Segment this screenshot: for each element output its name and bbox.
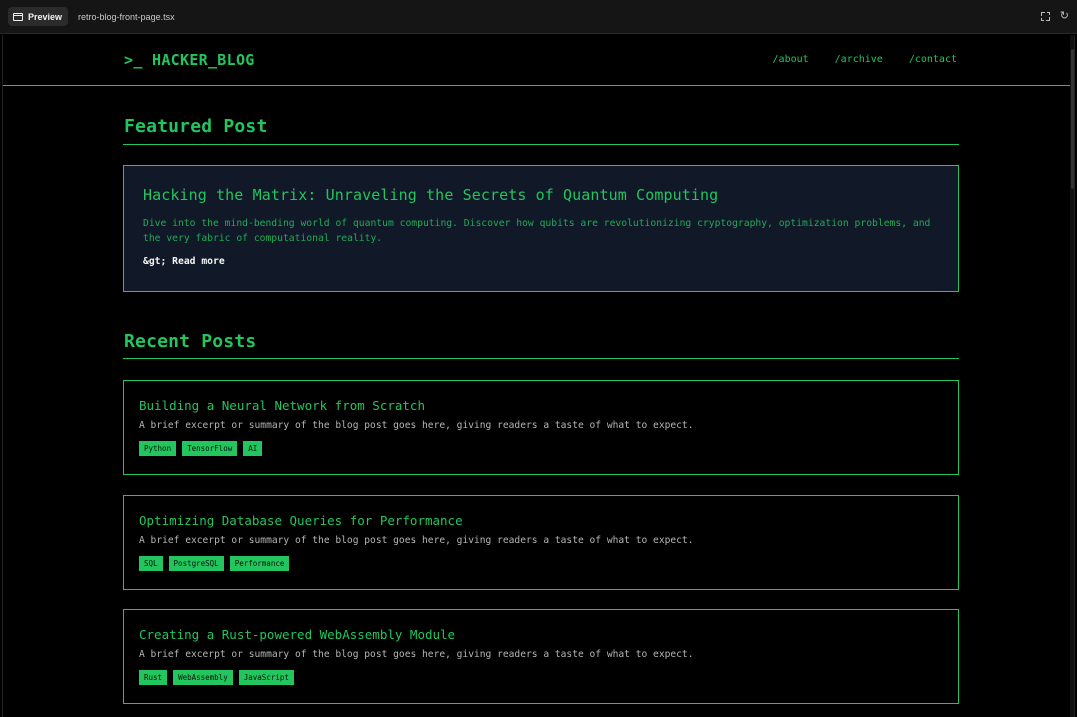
- preview-viewport: >_ HACKER_BLOG /about /archive /contact …: [2, 35, 1075, 717]
- post-title[interactable]: Creating a Rust-powered WebAssembly Modu…: [139, 627, 943, 642]
- tag-javascript[interactable]: JavaScript: [238, 670, 294, 685]
- featured-post-excerpt: Dive into the mind-bending world of quan…: [143, 218, 931, 244]
- preview-toolbar: Preview retro-blog-front-page.tsx ↻: [0, 0, 1077, 34]
- post-tags: SQL PostgreSQL Performance: [139, 556, 943, 571]
- site-header: >_ HACKER_BLOG /about /archive /contact: [3, 35, 1074, 86]
- recent-section-title: Recent Posts: [124, 331, 257, 352]
- main-nav: /about /archive /contact: [773, 54, 957, 65]
- post-card: Creating a Rust-powered WebAssembly Modu…: [123, 609, 959, 704]
- recent-divider: [123, 358, 959, 359]
- post-excerpt: A brief excerpt or summary of the blog p…: [139, 649, 694, 660]
- tag-ai[interactable]: AI: [243, 441, 263, 456]
- post-tags: Python TensorFlow AI: [139, 441, 943, 456]
- preview-tab[interactable]: Preview: [8, 7, 69, 26]
- featured-post-card: Hacking the Matrix: Unraveling the Secre…: [123, 165, 959, 292]
- nav-archive[interactable]: /archive: [835, 54, 883, 65]
- site-logo[interactable]: >_ HACKER_BLOG: [124, 51, 255, 69]
- post-title[interactable]: Optimizing Database Queries for Performa…: [139, 513, 943, 528]
- read-more-link[interactable]: &gt; Read more: [143, 256, 939, 267]
- tag-postgresql[interactable]: PostgreSQL: [168, 556, 224, 571]
- preview-tab-label: Preview: [28, 11, 63, 22]
- post-card: Optimizing Database Queries for Performa…: [123, 495, 959, 590]
- tag-sql[interactable]: SQL: [139, 556, 163, 571]
- scrollbar-thumb[interactable]: [1071, 49, 1074, 189]
- tag-rust[interactable]: Rust: [139, 670, 168, 685]
- post-title[interactable]: Building a Neural Network from Scratch: [139, 398, 943, 413]
- fullscreen-icon[interactable]: [1040, 12, 1050, 21]
- featured-post-title[interactable]: Hacking the Matrix: Unraveling the Secre…: [143, 186, 939, 204]
- tag-webassembly[interactable]: WebAssembly: [173, 670, 233, 685]
- post-excerpt: A brief excerpt or summary of the blog p…: [139, 535, 694, 546]
- page-scrollbar[interactable]: [1070, 35, 1074, 717]
- refresh-icon[interactable]: ↻: [1060, 11, 1069, 22]
- post-excerpt: A brief excerpt or summary of the blog p…: [139, 420, 694, 431]
- file-name: retro-blog-front-page.tsx: [78, 11, 175, 22]
- featured-divider: [123, 144, 959, 145]
- nav-about[interactable]: /about: [773, 54, 809, 65]
- nav-contact[interactable]: /contact: [909, 54, 957, 65]
- tag-tensorflow[interactable]: TensorFlow: [182, 441, 238, 456]
- featured-section-title: Featured Post: [124, 116, 268, 137]
- tag-performance[interactable]: Performance: [229, 556, 290, 571]
- post-tags: Rust WebAssembly JavaScript: [139, 670, 943, 685]
- tag-python[interactable]: Python: [139, 441, 177, 456]
- post-card: Building a Neural Network from Scratch A…: [123, 380, 959, 475]
- preview-icon: [13, 12, 23, 21]
